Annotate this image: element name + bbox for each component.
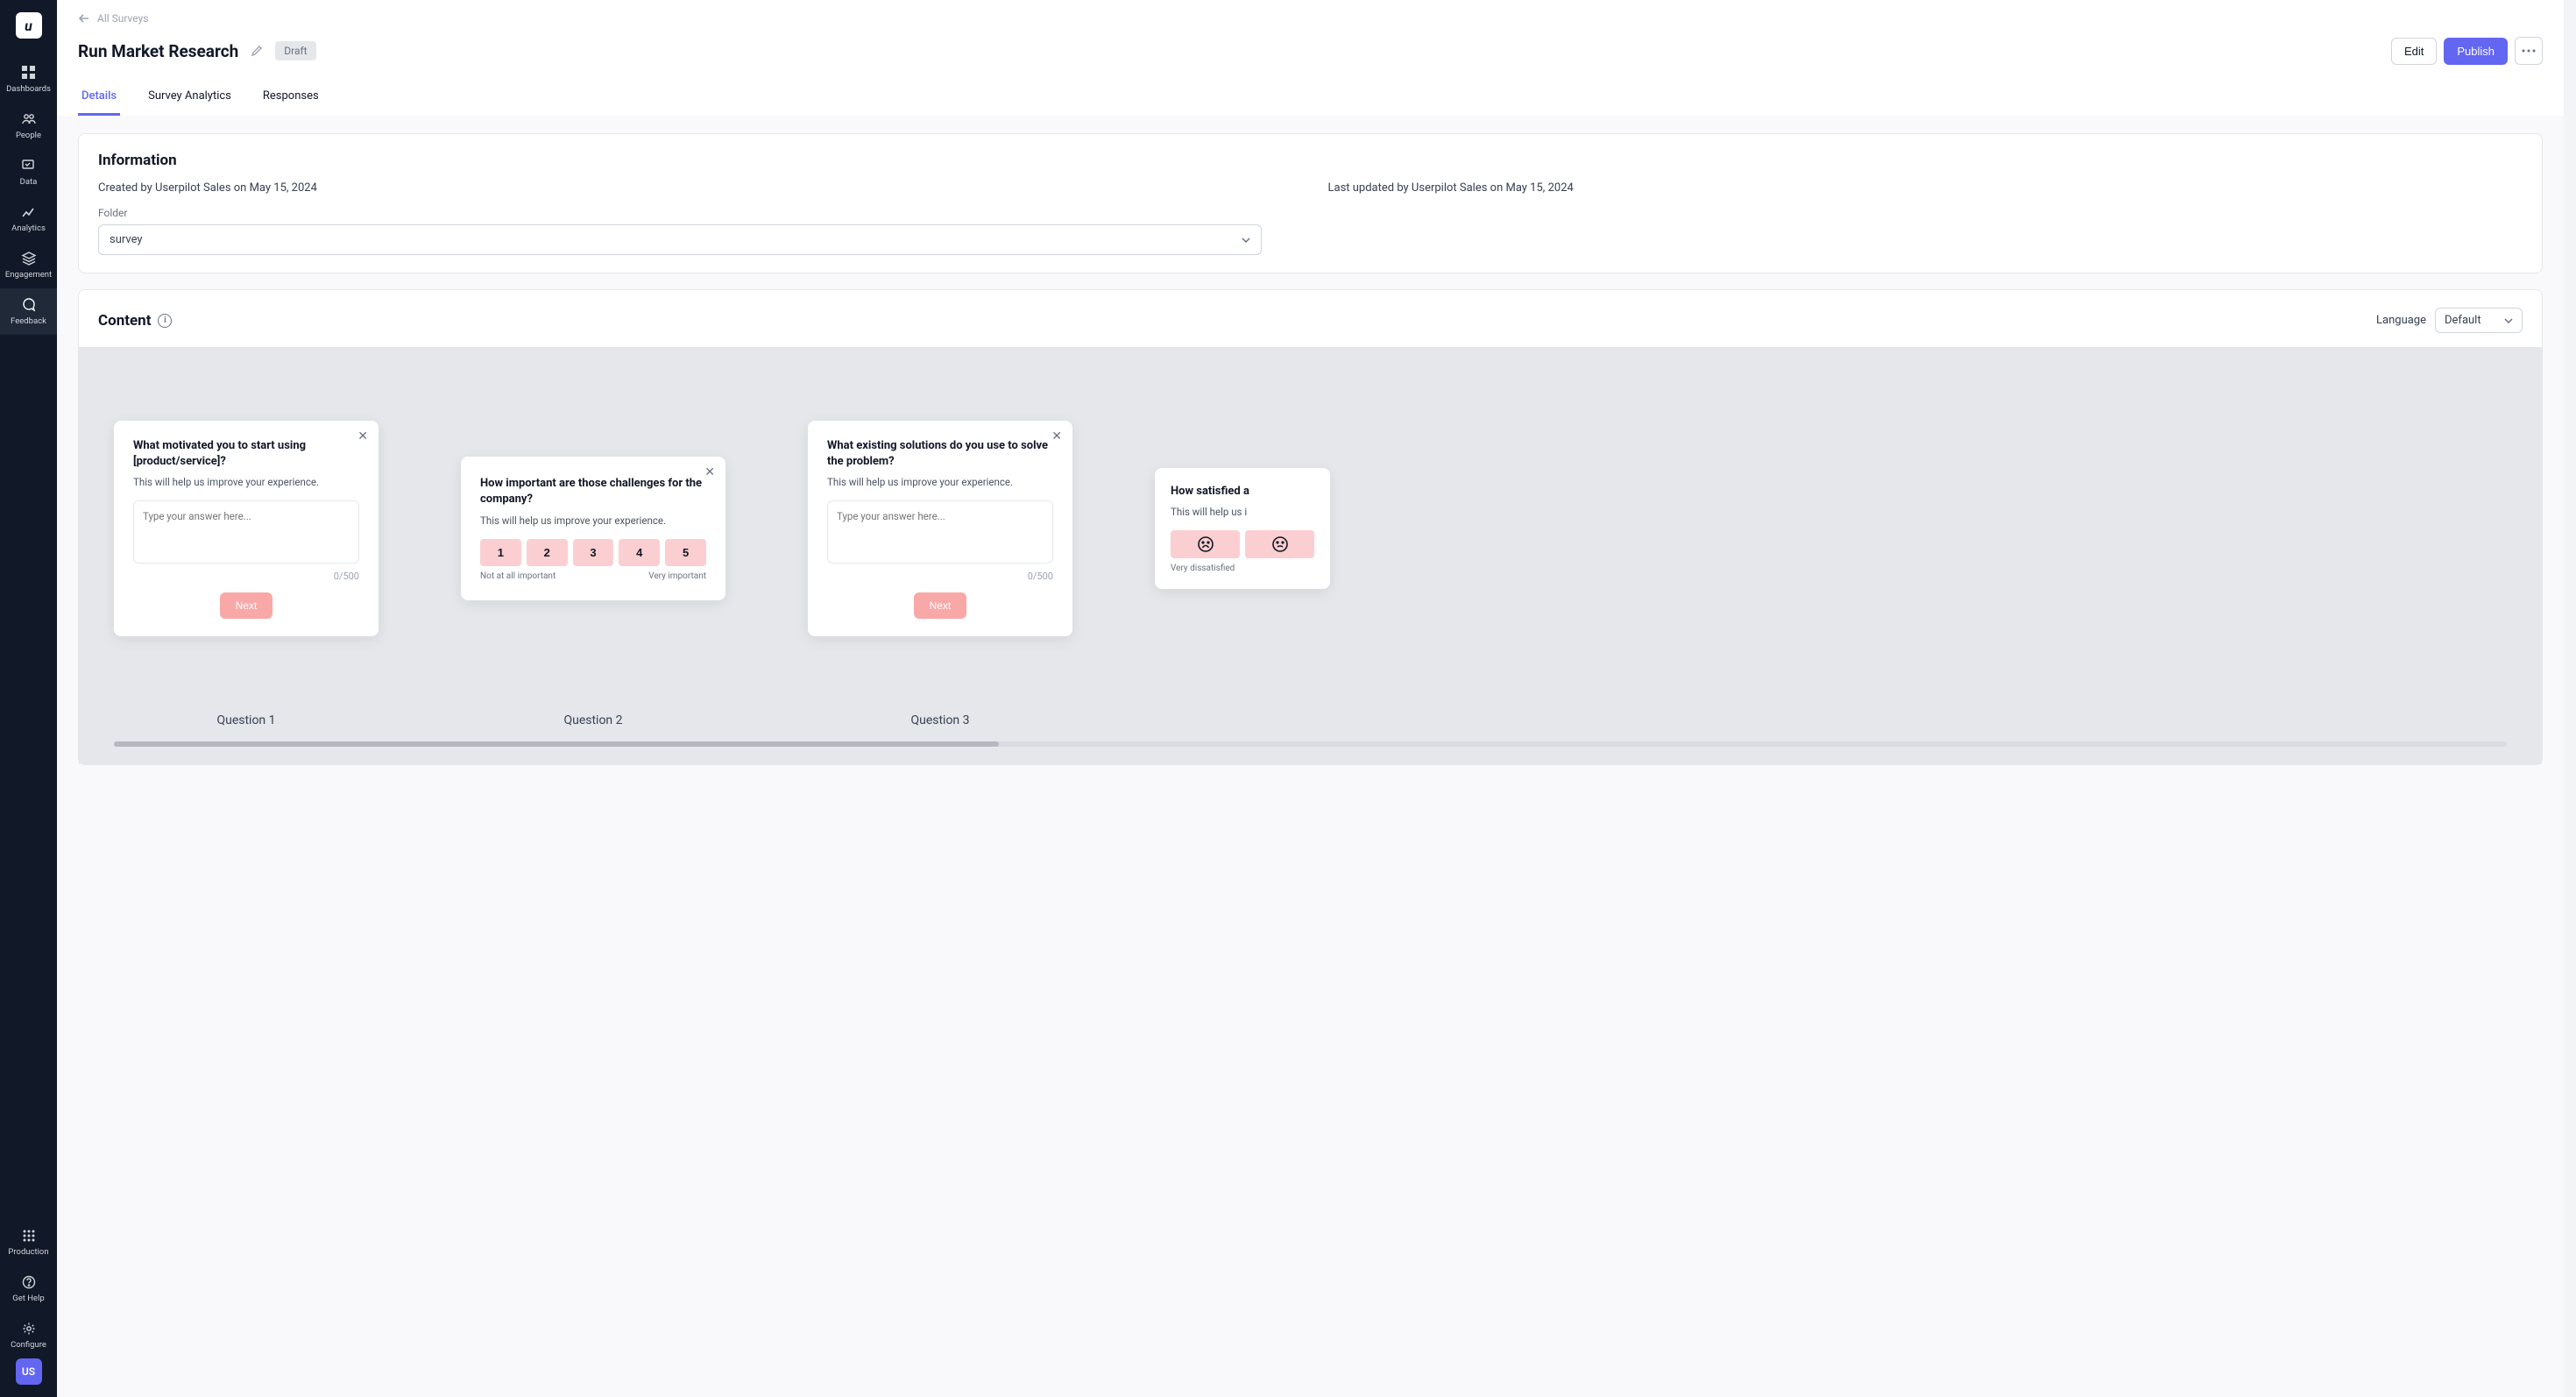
grid-icon [21,1228,37,1244]
question-card-4: How satisfied a This will help us i [1155,468,1330,590]
question-title: What existing solutions do you use to so… [827,438,1053,469]
sidebar-item-dashboards[interactable]: Dashboards [0,56,57,103]
question-title: What motivated you to start using [produ… [133,438,359,469]
info-icon[interactable]: i [158,314,172,328]
char-counter: 0/500 [827,571,1053,582]
answer-textarea[interactable] [827,500,1053,564]
people-icon [21,111,37,127]
preview-area: ✕ What motivated you to start using [pro… [79,347,2542,764]
info-heading: Information [98,152,2523,169]
publish-button[interactable]: Publish [2444,38,2508,65]
back-arrow-icon [78,12,90,25]
rating-2[interactable]: 2 [527,539,568,566]
sidebar-label: Analytics [11,223,46,233]
rating-3[interactable]: 3 [573,539,614,566]
content-card: Content i Language Default [78,289,2543,765]
question-subtitle: This will help us improve your experienc… [133,476,359,488]
sidebar-label: Engagement [5,270,52,280]
question-subtitle: This will help us improve your experienc… [827,476,1053,488]
language-value: Default [2445,314,2481,327]
sidebar-label: Dashboards [6,84,51,94]
sidebar-label: Feedback [11,316,46,326]
rating-4[interactable]: 4 [619,539,660,566]
sidebar-item-configure[interactable]: Configure [0,1312,57,1358]
tab-analytics[interactable]: Survey Analytics [145,81,235,116]
chevron-down-icon [2504,318,2513,323]
sidebar-label: People [16,131,41,140]
rating-1[interactable]: 1 [480,539,521,566]
chevron-down-icon [1242,238,1250,243]
created-by: Created by Userpilot Sales on May 15, 20… [98,181,1293,195]
sidebar-item-data[interactable]: Data [0,149,57,195]
folder-label: Folder [98,207,2523,219]
next-button[interactable]: Next [220,592,273,619]
sidebar-label: Production [8,1247,48,1257]
close-icon[interactable]: ✕ [1051,429,1062,443]
sidebar-label: Get Help [12,1294,44,1303]
question-title: How satisfied a [1171,484,1314,500]
emoji-neutral[interactable] [1245,530,1314,558]
more-button[interactable] [2515,37,2543,65]
window-scrollbar[interactable] [2564,0,2576,1397]
updated-by: Last updated by Userpilot Sales on May 1… [1328,181,2523,195]
sidebar-item-analytics[interactable]: Analytics [0,195,57,242]
edit-button[interactable]: Edit [2391,38,2437,65]
sidebar-item-feedback[interactable]: Feedback [0,288,57,335]
question-title: How important are those challenges for t… [480,476,706,507]
question-card-2: ✕ How important are those challenges for… [461,457,725,599]
folder-value: survey [110,233,143,246]
tab-responses[interactable]: Responses [259,81,322,116]
language-select[interactable]: Default [2435,308,2523,333]
sidebar-label: Data [20,177,38,187]
question-label-2: Question 2 [461,713,725,727]
question-subtitle: This will help us improve your experienc… [480,514,706,527]
data-icon [21,158,37,174]
sidebar-item-people[interactable]: People [0,103,57,149]
sidebar: u Dashboards People Data Analytics [0,0,57,1397]
content-heading: Content [98,312,151,330]
rating-high-label: Very important [648,571,706,581]
main: All Surveys Run Market Research Draft Ed… [57,0,2564,1397]
question-label-3: Question 3 [808,713,1072,727]
close-icon[interactable]: ✕ [357,429,368,443]
folder-select[interactable]: survey [98,224,1262,255]
sidebar-item-production[interactable]: Production [0,1219,57,1266]
breadcrumb-label: All Surveys [97,12,148,25]
rating-low-label: Not at all important [480,571,556,581]
dashboard-icon [21,65,37,81]
horizontal-scrollbar[interactable] [114,741,2507,747]
status-badge: Draft [275,41,315,60]
chat-icon [21,297,37,313]
app-logo[interactable]: u [16,12,42,39]
tabs: Details Survey Analytics Responses [78,81,2543,116]
question-subtitle: This will help us i [1171,506,1314,518]
gear-icon [21,1321,37,1337]
sidebar-item-engagement[interactable]: Engagement [0,242,57,288]
next-button[interactable]: Next [914,592,967,619]
scrollbar-thumb[interactable] [114,741,999,747]
question-label-1: Question 1 [114,713,379,727]
close-icon[interactable]: ✕ [704,465,715,479]
emoji-low-label: Very dissatisfied [1171,564,1314,573]
question-card-3: ✕ What existing solutions do you use to … [808,421,1072,636]
char-counter: 0/500 [133,571,359,582]
answer-textarea[interactable] [133,500,359,564]
breadcrumb[interactable]: All Surveys [78,0,2543,25]
help-icon [21,1274,37,1290]
sidebar-item-help[interactable]: Get Help [0,1266,57,1312]
information-card: Information Created by Userpilot Sales o… [78,133,2543,273]
user-avatar[interactable]: US [16,1358,42,1385]
sidebar-label: Configure [11,1340,46,1350]
question-card-1: ✕ What motivated you to start using [pro… [114,421,379,636]
tab-details[interactable]: Details [78,81,120,116]
emoji-sad[interactable] [1171,530,1240,558]
edit-title-icon[interactable] [251,45,263,57]
language-label: Language [2376,314,2426,327]
layers-icon [21,251,37,266]
rating-5[interactable]: 5 [665,539,706,566]
analytics-icon [21,204,37,220]
page-title: Run Market Research [78,41,238,61]
